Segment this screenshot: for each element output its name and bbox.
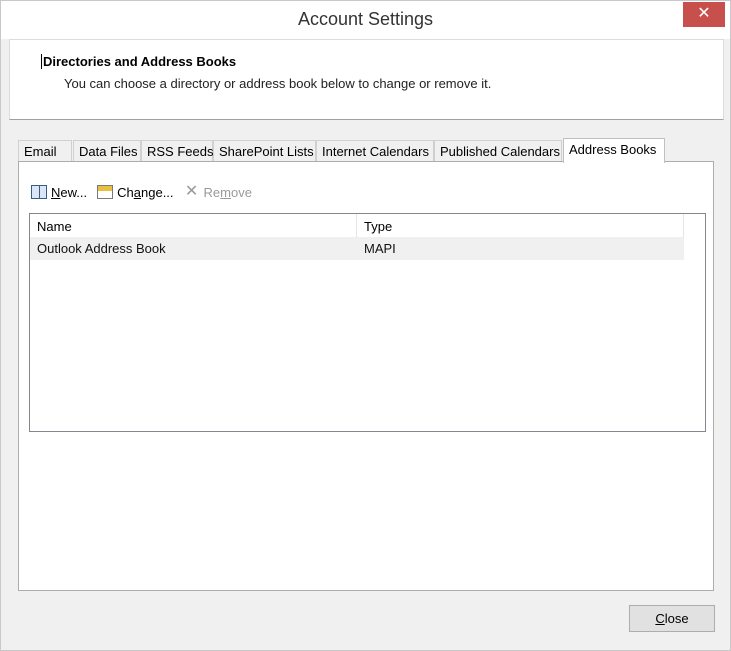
tab-internet-calendars[interactable]: Internet Calendars [316,140,434,162]
window-title: Account Settings [297,9,434,29]
remove-x-icon: ✕ [184,183,199,200]
address-book-list[interactable]: Name Type Outlook Address Book MAPI [29,213,706,432]
section-title: Directories and Address Books [41,54,237,69]
list-row[interactable]: Outlook Address Book MAPI [30,238,684,260]
row-name: Outlook Address Book [37,241,166,256]
address-book-icon [31,185,47,199]
list-header: Name Type [30,214,684,238]
account-settings-dialog: Account Settings ✕ Directories and Addre… [0,0,731,651]
new-button[interactable]: New... [31,185,87,200]
new-label-post: ew... [60,184,88,200]
toolbar: New... Ch a nge... ✕ Re m ove [31,182,262,202]
tab-email[interactable]: Email [18,140,72,162]
header-panel: Directories and Address Books You can ch… [9,39,724,120]
change-label-post: nge... [141,184,174,200]
tab-address-books[interactable]: Address Books [563,138,665,163]
change-label-accel: a [133,184,141,200]
title-bar: Account Settings ✕ [1,1,730,39]
close-icon: ✕ [697,5,711,22]
window-close-button[interactable]: ✕ [683,2,725,27]
close-label-post: lose [664,611,689,626]
remove-button[interactable]: ✕ Re m ove [184,183,252,200]
change-icon [97,185,114,199]
tab-sharepoint-lists[interactable]: SharePoint Lists [213,140,316,162]
remove-label-post: ove [231,184,252,200]
change-label-pre: Ch [117,184,134,200]
remove-label-pre: Re [203,184,221,200]
close-label-accel: C [655,611,665,626]
tab-rss-feeds[interactable]: RSS Feeds [141,140,213,162]
close-button[interactable]: Close [629,605,715,632]
tab-data-files[interactable]: Data Files [73,140,141,162]
tab-published-calendars[interactable]: Published Calendars [434,140,562,162]
row-type: MAPI [364,241,396,256]
new-label-accel: N [51,184,61,200]
remove-label-accel: m [220,184,231,200]
section-description: You can choose a directory or address bo… [64,76,492,91]
change-button[interactable]: Ch a nge... [97,184,174,200]
column-header-name[interactable]: Name [30,214,357,238]
column-header-type[interactable]: Type [357,214,684,238]
address-books-panel: New... Ch a nge... ✕ Re m ove Name Type Outl… [18,161,714,591]
